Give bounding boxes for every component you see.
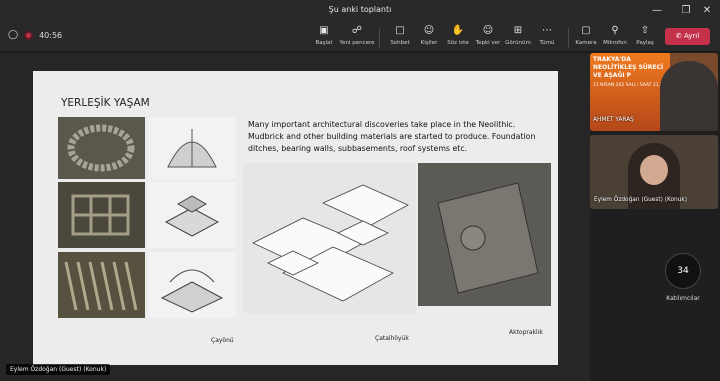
shield-icon: ◯ [8,30,19,40]
close-icon[interactable]: ✕ [698,3,716,19]
participant-name-ahmet: AHMET YARAŞ [593,117,634,123]
recording-icon [24,30,34,40]
caption-cayonu: Çayönü [211,337,234,344]
more-icon: ⋯ [542,25,552,36]
presentation-slide: YERLEŞİK YAŞAM Many important architectu… [33,71,558,365]
share-icon: ⇧ [640,25,650,36]
new-window-button[interactable]: ☍ Yeni pencere [339,24,375,52]
meeting-toolbar: ◯ 40:56 ▣ Başlat ☍ Yeni pencere □ Sohbet… [0,22,720,52]
share-button[interactable]: ⇧ Paylaş [627,24,663,52]
maximize-icon[interactable]: ❐ [677,3,695,19]
minimize-icon[interactable]: — [648,3,666,19]
caption-catalhoyuk: Çatalhöyük [375,335,409,342]
cayonu-photo-1 [58,117,145,179]
grill-plan-image [64,261,138,311]
participant-name-eylem: Eylem Özdoğan (Guest) (Konuk) [594,197,688,203]
leave-button[interactable]: ✆ Ayrıl [665,28,710,45]
meeting-status: ◯ 40:56 [8,30,62,40]
town-model-image [252,184,409,302]
participant-tile-ahmet[interactable]: TRAKYA'DA NEOLİTİKLEŞ SÜRECİ VE AŞAĞI P … [590,53,718,131]
shared-screen: YERLEŞİK YAŞAM Many important architectu… [0,53,590,381]
poster-date: 11 NİSAN 202 SALI / SAAT 21.0 [593,83,663,88]
title-bar: Şu anki toplantı — ❐ ✕ [0,0,720,22]
meeting-timer: 40:56 [39,30,63,40]
building-drawing [164,195,220,237]
toolbar-divider [379,28,380,48]
cayonu-drawing-3 [148,252,236,318]
more-button[interactable]: ⋯ Tümü [529,24,565,52]
hut-drawing [167,129,217,168]
cayonu-photo-2 [58,182,145,248]
stone-circle-image [67,124,135,172]
window-title: Şu anki toplantı [328,5,392,14]
aktopraklik-photo [418,163,551,306]
participant-video-ahmet [660,61,718,131]
catalhoyuk-model [243,163,416,313]
cayonu-photo-3 [58,252,145,318]
phone-hangup-icon: ✆ [675,32,682,40]
participant-face [640,155,668,185]
slide-body-text: Many important architectural discoveries… [248,120,536,153]
participant-panel: TRAKYA'DA NEOLİTİKLEŞ SÜRECİ VE AŞAĞI P … [590,53,720,381]
participant-count-label: Katılımcılar [666,295,700,302]
participant-count-button[interactable]: 34 [665,253,701,289]
presenter-name-tag: Eylem Özdoğan (Guest) (Konuk) [6,364,111,375]
cayonu-drawing-2 [148,182,236,248]
slide-title: YERLEŞİK YAŞAM [61,97,150,109]
caption-aktopraklik: Aktopraklık [509,329,543,336]
poster-title: TRAKYA'DA NEOLİTİKLEŞ SÜRECİ VE AŞAĞI P [593,56,664,79]
start-button[interactable]: ▣ Başlat [306,24,342,52]
house-section-drawing [160,269,224,313]
excavation-grid-image [71,194,130,236]
participant-tile-eylem[interactable]: Eylem Özdoğan (Guest) (Konuk) [590,135,718,209]
new-window-icon: ☍ [351,25,363,36]
start-icon: ▣ [319,25,329,36]
cayonu-drawing-1 [148,117,236,179]
excavation-site-image [437,182,539,294]
